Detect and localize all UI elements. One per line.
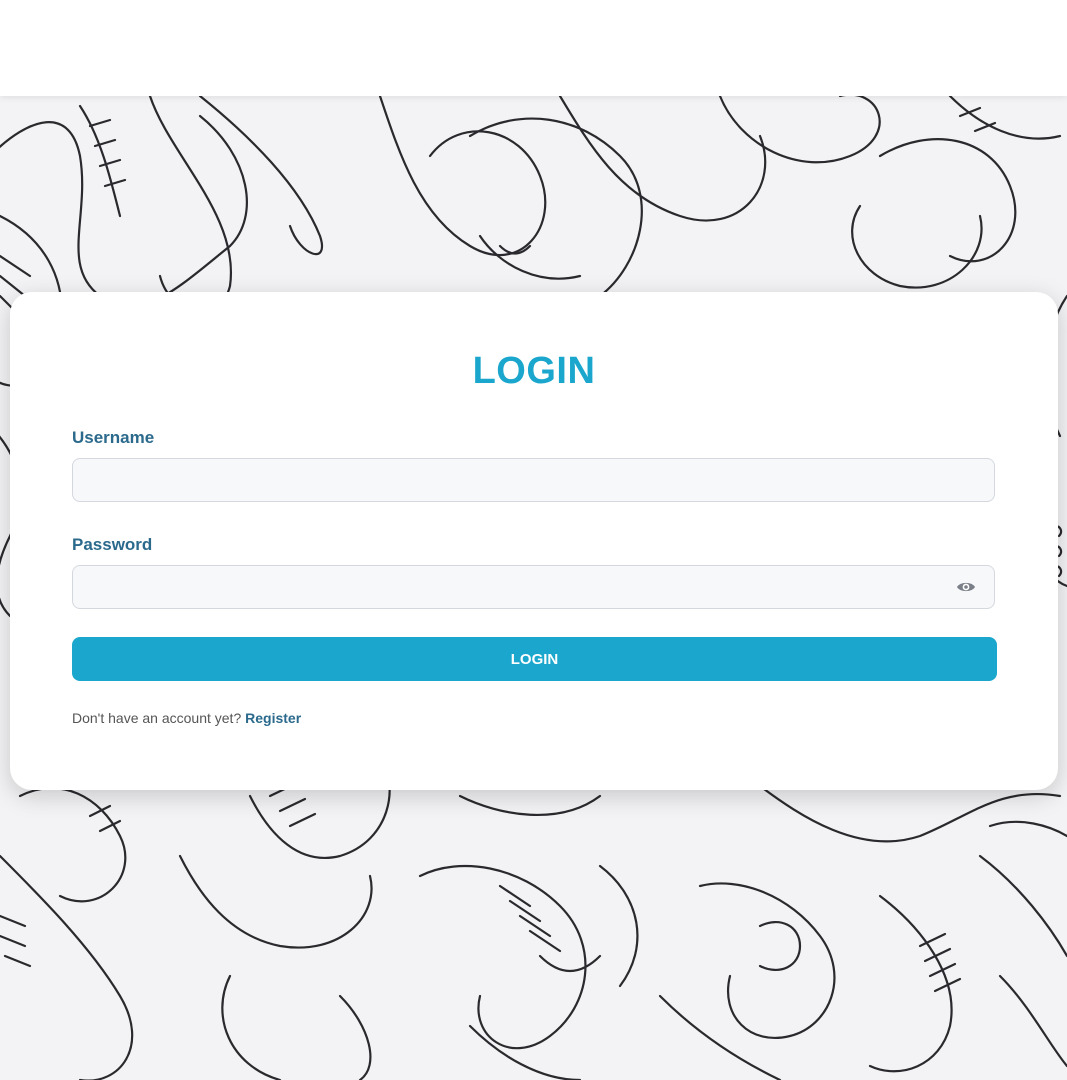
register-link[interactable]: Register <box>245 710 301 726</box>
password-label: Password <box>72 535 153 554</box>
register-prompt-text: Don't have an account yet? <box>72 710 242 726</box>
username-input[interactable] <box>72 458 995 502</box>
login-card: LOGIN Username Password LOGIN Don't have… <box>10 292 1058 790</box>
eye-icon-glyph <box>957 582 975 592</box>
page-title: LOGIN <box>472 350 596 392</box>
register-prompt: Don't have an account yet? Register <box>72 710 301 726</box>
login-button[interactable]: LOGIN <box>72 637 997 681</box>
top-bar <box>0 0 1067 96</box>
username-label: Username <box>72 428 155 447</box>
eye-icon[interactable] <box>956 579 976 595</box>
password-input[interactable] <box>72 565 995 609</box>
